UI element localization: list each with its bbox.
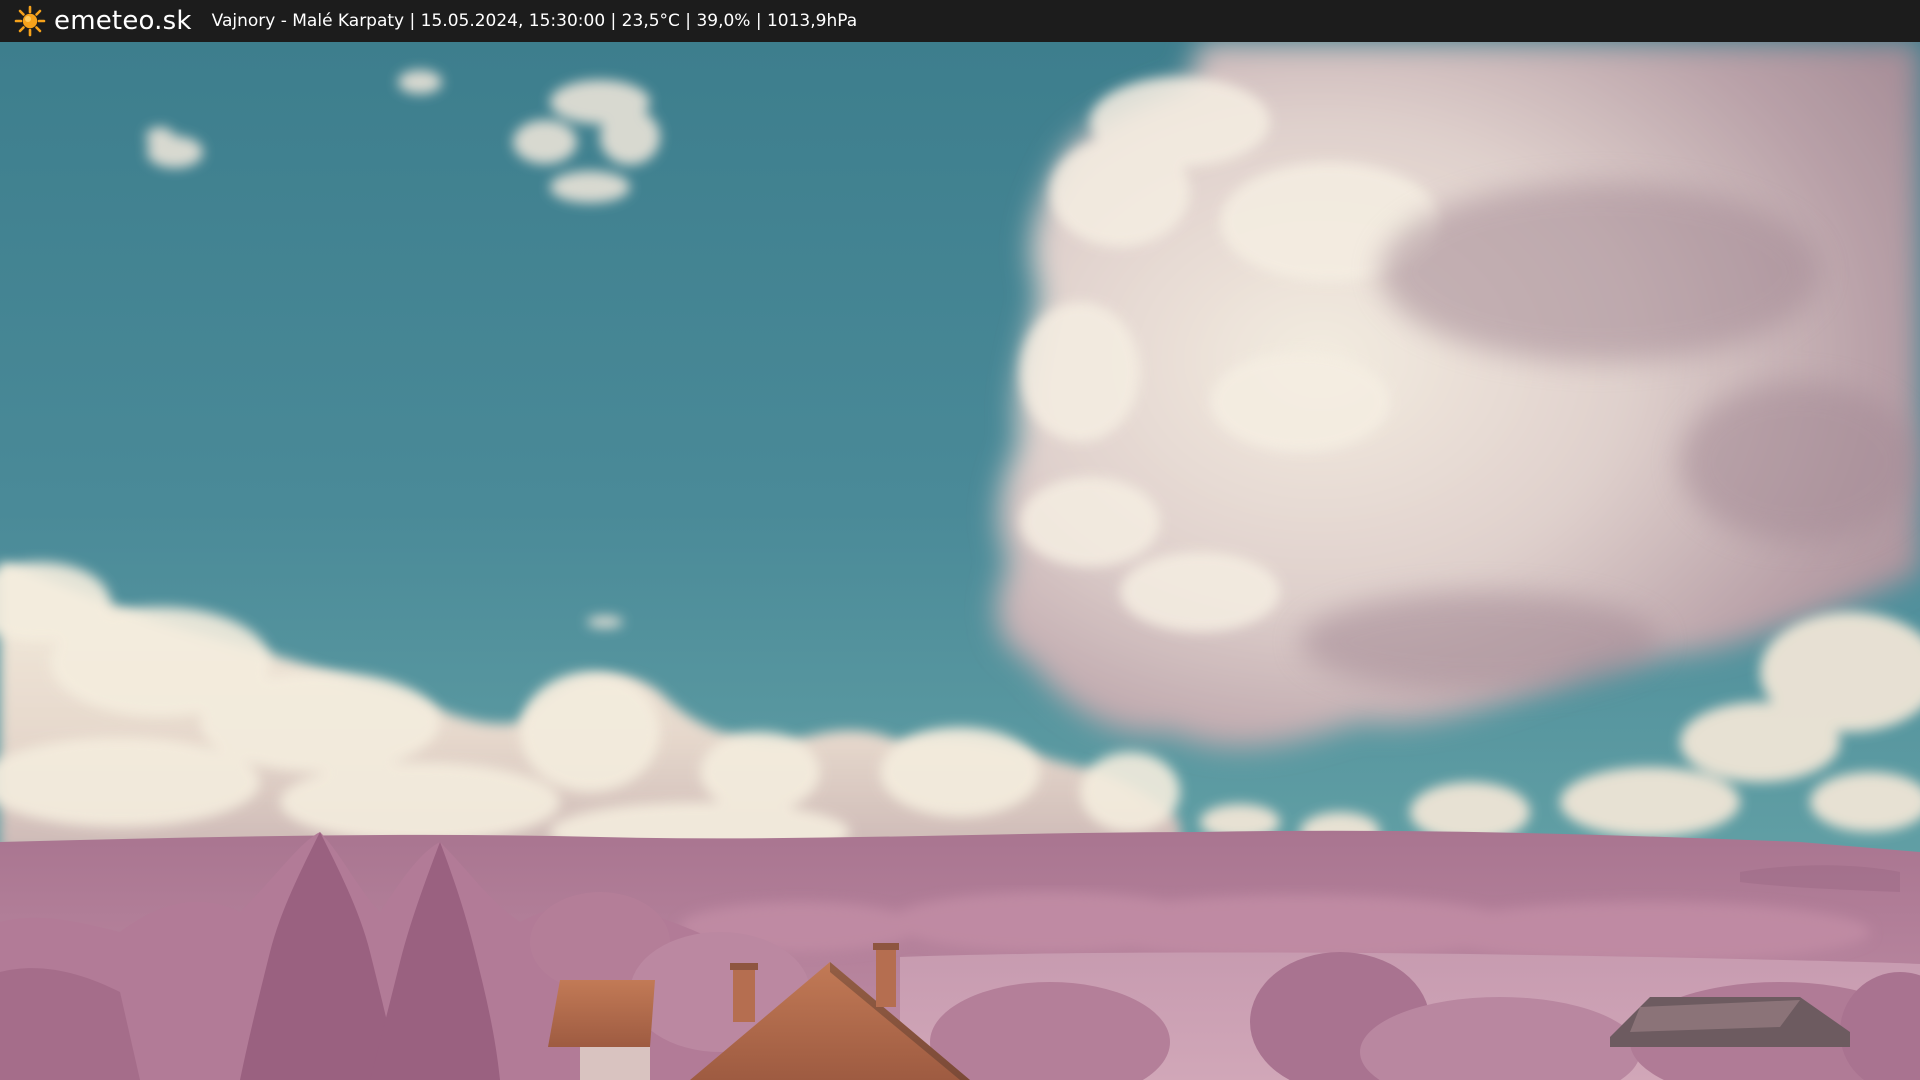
- sun-icon: [14, 5, 46, 37]
- site-logo[interactable]: emeteo.sk: [14, 0, 192, 42]
- header-bar: emeteo.sk Vajnory - Malé Karpaty | 15.05…: [0, 0, 1920, 42]
- station-readout: Vajnory - Malé Karpaty | 15.05.2024, 15:…: [211, 11, 858, 31]
- webcam-image: [0, 42, 1920, 1080]
- brand-name: emeteo.sk: [54, 6, 192, 36]
